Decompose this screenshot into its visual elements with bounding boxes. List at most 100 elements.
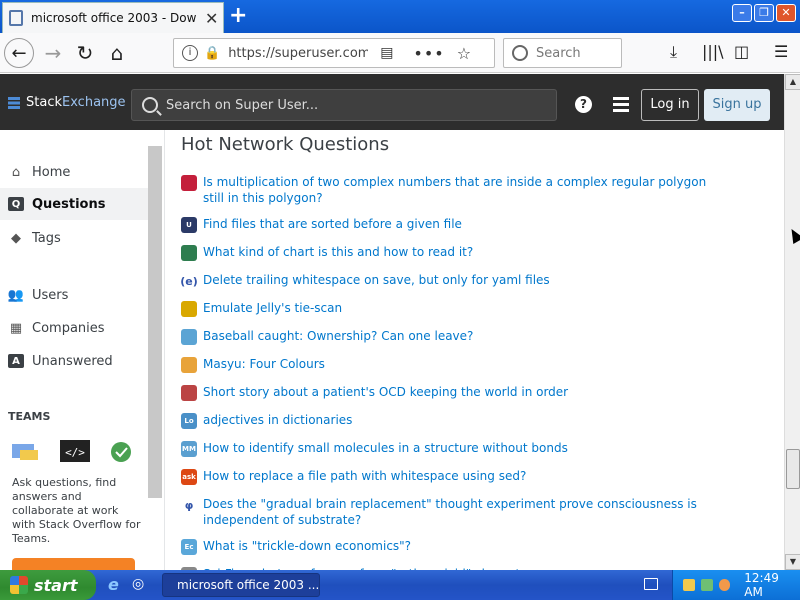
stackexchange-logo-icon [8, 96, 20, 109]
address-bar[interactable]: i 🔒 https://superuser.com/c ▤ ••• ☆ [173, 38, 495, 68]
close-tab-icon[interactable]: ✕ [205, 9, 218, 28]
new-tab-button[interactable]: + [229, 4, 247, 28]
hnq-question-link[interactable]: Emulate Jelly's tie-scan [203, 300, 723, 317]
scroll-down-arrow-icon[interactable]: ▼ [785, 554, 800, 570]
keyboard-icon[interactable] [644, 578, 658, 590]
login-button[interactable]: Log in [641, 89, 699, 121]
sidebar-item-companies[interactable]: ▦ Companies [0, 312, 148, 344]
hnq-question-link[interactable]: How to replace a file path with whitespa… [203, 468, 723, 485]
close-window-button[interactable]: ✕ [776, 4, 796, 22]
tab-title: microsoft office 2003 - Downloading [31, 11, 197, 25]
sidebar-item-label: Companies [32, 320, 105, 336]
browser-tab-strip: microsoft office 2003 - Downloading ✕ + … [0, 0, 800, 33]
hnq-question-link[interactable]: What kind of chart is this and how to re… [203, 244, 723, 261]
page-favicon-icon [9, 10, 23, 26]
back-button[interactable]: ← [4, 38, 34, 68]
stackexchange-logo[interactable]: Stack Exchange [8, 95, 126, 110]
search-icon [512, 45, 528, 61]
sidebar-item-questions[interactable]: Q Questions [0, 188, 148, 220]
economics-icon: Ec [181, 539, 197, 555]
hnq-question-link[interactable]: adjectives in dictionaries [203, 412, 723, 429]
sidebar-item-home[interactable]: ⌂ Home [0, 156, 148, 188]
home-icon: ⌂ [11, 164, 21, 180]
home-button[interactable]: ⌂ [104, 38, 130, 68]
hnq-question-link[interactable]: Delete trailing whitespace on save, but … [203, 272, 723, 289]
hnq-question-link[interactable]: Baseball caught: Ownership? Can one leav… [203, 328, 723, 345]
scifi-icon [181, 385, 197, 401]
search-icon [142, 97, 158, 113]
sidebar-item-label: Questions [32, 196, 106, 212]
hnq-list-item: MM How to identify small molecules in a s… [181, 440, 741, 457]
menu-icon[interactable]: ☰ [774, 42, 788, 61]
hnq-question-link[interactable]: Does the "gradual brain replacement" tho… [203, 496, 723, 528]
forward-button[interactable]: → [40, 38, 66, 68]
start-label: start [34, 575, 78, 595]
page-info-icon[interactable]: i [182, 45, 198, 61]
site-search-input[interactable]: Search on Super User... [131, 89, 557, 121]
maximize-window-button[interactable]: ❐ [754, 4, 774, 22]
taskbar-window-label: microsoft office 2003 ... [177, 578, 320, 592]
hnq-question-link[interactable]: Short story about a patient's OCD keepin… [203, 384, 723, 401]
questions-icon: Q [8, 197, 24, 211]
bookmark-star-icon[interactable]: ☆ [457, 44, 471, 63]
stats-icon [181, 245, 197, 261]
puzzling-icon [181, 357, 197, 373]
sidebar-item-unanswered[interactable]: A Unanswered [0, 345, 148, 377]
hot-network-questions-title: Hot Network Questions [181, 134, 390, 155]
emacs-icon: (e) [180, 273, 198, 289]
sidebar-item-label: Users [32, 287, 69, 303]
teams-illustration-icon: </> [12, 440, 131, 462]
page-scrollbar[interactable]: ▲ ▼ [784, 74, 800, 570]
logo-text-exchange: Exchange [62, 95, 126, 110]
page-actions-icon[interactable]: ••• [413, 44, 444, 63]
hnq-question-link[interactable]: Masyu: Four Colours [203, 356, 723, 373]
reader-view-icon[interactable]: ▤ [380, 45, 393, 61]
sidebar-item-tags[interactable]: ◆ Tags [0, 222, 148, 254]
scrollbar-thumb[interactable] [786, 449, 800, 489]
philosophy-icon: φ [181, 497, 197, 513]
windows-taskbar: start e ◎ microsoft office 2003 ... 12:4… [0, 570, 800, 600]
hnq-list-item: φ Does the "gradual brain replacement" th… [181, 496, 741, 528]
library-icon[interactable]: |||\ [702, 42, 724, 61]
browser-tab[interactable]: microsoft office 2003 - Downloading ✕ [2, 2, 224, 33]
sidebar-item-label: Unanswered [32, 353, 113, 369]
hnq-list-item: Is multiplication of two complex numbers… [181, 174, 741, 206]
browser-search-placeholder: Search [536, 45, 581, 61]
site-header: Stack Exchange Search on Super User... ?… [0, 74, 784, 130]
hnq-question-link[interactable]: Is multiplication of two complex numbers… [203, 174, 723, 206]
start-button[interactable]: start [0, 570, 96, 600]
hnq-list-item: (e) Delete trailing whitespace on save, b… [180, 272, 741, 289]
ell-icon: Lo [181, 413, 197, 429]
site-switcher-icon[interactable] [613, 97, 629, 112]
logo-text-stack: Stack [26, 95, 62, 110]
sidebar-icon[interactable]: ◫ [734, 42, 749, 61]
network-icon[interactable] [700, 579, 713, 591]
hnq-list-item: Emulate Jelly's tie-scan [181, 300, 741, 317]
hnq-question-link[interactable]: What is "trickle-down economics"? [203, 538, 723, 555]
lock-icon: 🔒 [204, 45, 221, 61]
search-tray-icon[interactable] [718, 579, 731, 591]
sidebar-item-label: Tags [32, 230, 61, 246]
download-icon[interactable]: ⤓ [670, 42, 677, 62]
reload-button[interactable]: ↻ [72, 38, 98, 68]
signup-button[interactable]: Sign up [704, 89, 770, 121]
hnq-question-link[interactable]: How to identify small molecules in a str… [203, 440, 723, 457]
internet-explorer-icon[interactable]: e [108, 575, 119, 594]
security-shield-icon[interactable] [683, 579, 695, 591]
sidebar-scrollbar[interactable] [148, 146, 162, 498]
sidebar-item-users[interactable]: 👥 Users [0, 279, 148, 311]
quicklaunch-browser-icon[interactable]: ◎ [132, 576, 144, 592]
url-text[interactable]: https://superuser.com/c [228, 46, 368, 61]
browser-search-box[interactable]: Search [503, 38, 622, 68]
teams-description: Ask questions, find answers and collabor… [12, 476, 141, 545]
minimize-window-button[interactable]: – [732, 4, 752, 22]
help-icon[interactable]: ? [575, 96, 592, 113]
taskbar-window-button[interactable]: microsoft office 2003 ... [162, 573, 320, 597]
clock: 12:49 AM [744, 571, 779, 599]
left-sidebar: ⌂ Home Q Questions ◆ Tags 👥 Users ▦ Comp… [0, 130, 165, 572]
math-icon [181, 175, 197, 191]
main-content: Hot Network Questions Is multiplication … [165, 130, 784, 570]
scroll-up-arrow-icon[interactable]: ▲ [785, 74, 800, 90]
askubuntu-icon: ask [181, 469, 197, 485]
hnq-question-link[interactable]: Find files that are sorted before a give… [203, 216, 723, 233]
